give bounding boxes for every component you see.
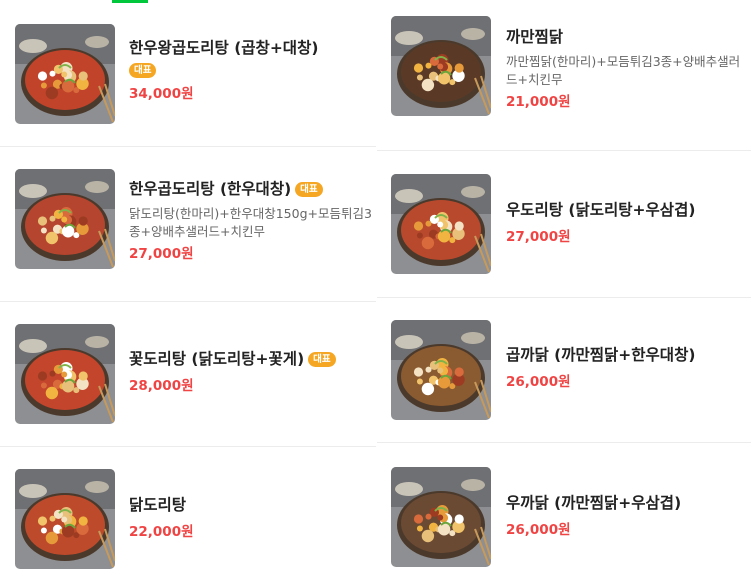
menu-item-name: 닭도리탕 <box>129 496 187 514</box>
menu-item[interactable]: 한우곱도리탕 (한우대창) 대표 닭도리탕(한마리)+한우대창150g+모듬튀김3… <box>0 147 376 302</box>
food-photo[interactable] <box>391 174 491 274</box>
menu-item-name: 한우왕곱도리탕 (곱창+대창) <box>129 39 319 57</box>
food-photo[interactable] <box>15 469 115 569</box>
menu-item-info: 우까닭 (까만찜닭+우삼겹) 26,000원 <box>506 492 747 539</box>
menu-item-name: 곱까닭 (까만찜닭+한우대창) <box>506 346 696 364</box>
menu-item-price: 22,000원 <box>129 524 194 540</box>
menu-item-price: 34,000원 <box>129 86 194 102</box>
signature-badge: 대표 <box>129 63 157 78</box>
signature-badge: 대표 <box>295 182 323 197</box>
menu-item-price: 26,000원 <box>506 374 571 390</box>
menu-item[interactable]: 우도리탕 (닭도리탕+우삼겹) 27,000원 <box>377 151 751 298</box>
food-photo-graphic <box>391 174 491 274</box>
menu-item[interactable]: 한우왕곱도리탕 (곱창+대창) 대표 34,000원 <box>0 0 376 147</box>
menu-item[interactable]: 닭도리탕 22,000원 <box>0 447 376 584</box>
food-photo-graphic <box>15 24 115 124</box>
menu-item-info: 우도리탕 (닭도리탕+우삼겹) 27,000원 <box>506 199 747 246</box>
menu-item-description: 닭도리탕(한마리)+한우대창150g+모듬튀김3종+양배추샐러드+치킨무 <box>129 206 372 239</box>
menu-item-info: 한우왕곱도리탕 (곱창+대창) 대표 34,000원 <box>129 37 372 103</box>
menu-item-price: 28,000원 <box>129 378 194 394</box>
food-photo-graphic <box>391 467 491 567</box>
menu-item-info: 한우곱도리탕 (한우대창) 대표 닭도리탕(한마리)+한우대창150g+모듬튀김3… <box>129 178 372 263</box>
food-photo[interactable] <box>15 24 115 124</box>
menu-item-name-row: 꽃도리탕 (닭도리탕+꽃게) 대표 <box>129 348 372 370</box>
menu-item-name: 우까닭 (까만찜닭+우삼겹) <box>506 494 682 512</box>
menu-item[interactable]: 우까닭 (까만찜닭+우삼겹) 26,000원 <box>377 443 751 584</box>
food-photo-graphic <box>15 469 115 569</box>
food-photo[interactable] <box>15 324 115 424</box>
food-photo-graphic <box>391 320 491 420</box>
menu-item[interactable]: 꽃도리탕 (닭도리탕+꽃게) 대표 28,000원 <box>0 302 376 447</box>
menu-item-price: 27,000원 <box>506 229 571 245</box>
food-photo-graphic <box>15 169 115 269</box>
menu-item-info: 곱까닭 (까만찜닭+한우대창) 26,000원 <box>506 344 747 391</box>
menu-item-price: 27,000원 <box>129 246 194 262</box>
menu-item-name-row: 한우곱도리탕 (한우대창) 대표 <box>129 178 372 200</box>
menu-item[interactable]: 까만찜닭 까만찜닭(한마리)+모듬튀김3종+양배추샐러드+치킨무 21,000원 <box>377 0 751 151</box>
food-photo[interactable] <box>391 16 491 116</box>
menu-item-info: 꽃도리탕 (닭도리탕+꽃게) 대표 28,000원 <box>129 348 372 395</box>
food-photo-graphic <box>15 324 115 424</box>
food-photo[interactable] <box>391 320 491 420</box>
menu-item-info: 닭도리탕 22,000원 <box>129 494 372 541</box>
menu-item-price: 21,000원 <box>506 94 571 110</box>
menu-item-info: 까만찜닭 까만찜닭(한마리)+모듬튀김3종+양배추샐러드+치킨무 21,000원 <box>506 26 747 111</box>
food-photo-graphic <box>391 16 491 116</box>
menu-item[interactable]: 곱까닭 (까만찜닭+한우대창) 26,000원 <box>377 298 751 443</box>
menu-item-name: 까만찜닭 <box>506 28 564 46</box>
food-photo[interactable] <box>15 169 115 269</box>
menu-item-name: 우도리탕 (닭도리탕+우삼겹) <box>506 201 696 219</box>
signature-badge: 대표 <box>308 352 336 367</box>
menu-item-name: 꽃도리탕 (닭도리탕+꽃게) <box>129 350 305 368</box>
menu-item-description: 까만찜닭(한마리)+모듬튀김3종+양배추샐러드+치킨무 <box>506 54 741 87</box>
menu-item-price: 26,000원 <box>506 522 571 538</box>
food-photo[interactable] <box>391 467 491 567</box>
menu-item-name: 한우곱도리탕 (한우대창) <box>129 180 292 198</box>
